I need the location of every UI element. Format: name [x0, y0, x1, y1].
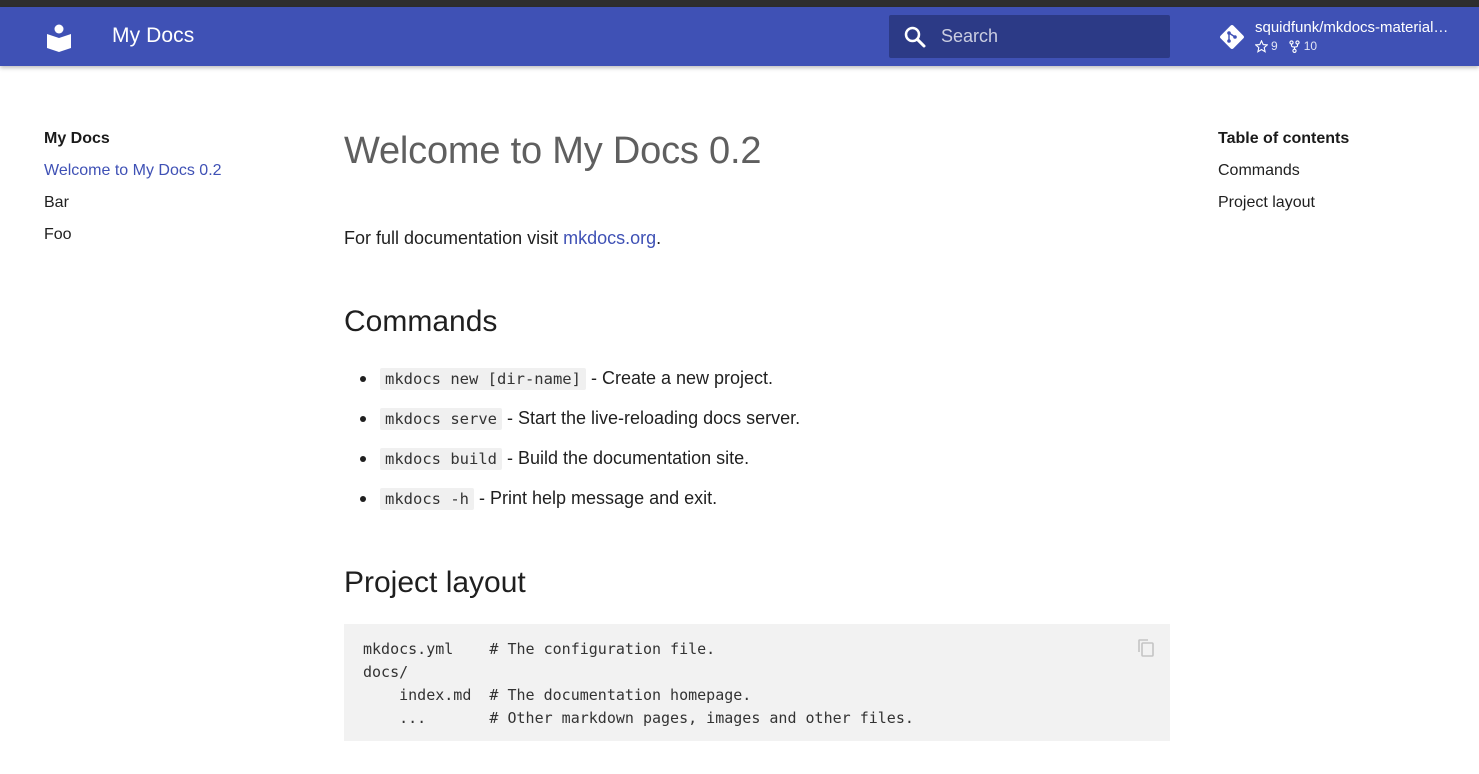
star-icon — [1255, 39, 1268, 53]
site-title[interactable]: My Docs — [112, 24, 194, 48]
sidebar-item-foo[interactable]: Foo — [44, 226, 304, 246]
search-box[interactable] — [889, 15, 1170, 58]
list-item: mkdocs build - Build the documentation s… — [360, 444, 800, 484]
sidebar-title: My Docs — [44, 130, 110, 147]
toc-item-commands[interactable]: Commands — [1218, 162, 1458, 182]
command-description: - Print help message and exit. — [474, 488, 718, 508]
mkdocs-link[interactable]: mkdocs.org — [563, 228, 656, 248]
stars-count: 9 — [1271, 39, 1278, 53]
fork-icon — [1289, 39, 1300, 53]
code-line: index.md # The documentation homepage. — [363, 686, 752, 704]
search-icon — [903, 25, 927, 49]
list-item: mkdocs new [dir-name] - Create a new pro… — [360, 364, 800, 404]
table-of-contents: Table of contents Commands Project layou… — [1218, 130, 1458, 214]
command-description: - Start the live-reloading docs server. — [501, 408, 801, 428]
intro-end: . — [656, 228, 662, 248]
command-code: mkdocs new [dir-name] — [380, 368, 586, 390]
book-reader-icon[interactable] — [44, 23, 74, 53]
toc-item-project-layout[interactable]: Project layout — [1218, 194, 1458, 214]
code-line: mkdocs.yml # The configuration file. — [363, 640, 716, 658]
command-description: - Build the documentation site. — [501, 448, 750, 468]
copy-icon[interactable] — [1134, 636, 1158, 660]
top-header: My Docs squidfunk/mkdocs-material… — [0, 7, 1479, 66]
code-content[interactable]: mkdocs.yml # The configuration file. doc… — [363, 638, 914, 730]
repo-forks: 10 — [1288, 39, 1317, 53]
code-block: mkdocs.yml # The configuration file. doc… — [344, 624, 1170, 741]
command-description: - Create a new project. — [585, 368, 774, 388]
repo-facts: 9 10 — [1255, 39, 1327, 53]
top-strip — [0, 0, 1479, 7]
commands-heading: Commands — [344, 305, 498, 338]
main-content: Welcome to My Docs 0.2 For full document… — [344, 128, 1170, 741]
command-code: mkdocs serve — [380, 408, 502, 430]
sidebar-item-welcome[interactable]: Welcome to My Docs 0.2 — [44, 162, 304, 182]
forks-count: 10 — [1303, 39, 1318, 53]
page-title: Welcome to My Docs 0.2 — [344, 130, 762, 172]
project-layout-heading: Project layout — [344, 566, 526, 599]
intro-paragraph: For full documentation visit mkdocs.org. — [344, 228, 661, 249]
intro-text: For full documentation visit — [344, 228, 564, 248]
sidebar-item-bar[interactable]: Bar — [44, 194, 304, 214]
repo-link[interactable]: squidfunk/mkdocs-material… 9 10 — [1216, 15, 1466, 59]
toc-title: Table of contents — [1218, 130, 1350, 147]
repo-stars: 9 — [1255, 39, 1278, 53]
git-icon — [1218, 23, 1246, 51]
command-code: mkdocs build — [380, 448, 502, 470]
list-item: mkdocs serve - Start the live-reloading … — [360, 404, 800, 444]
repo-name: squidfunk/mkdocs-material… — [1255, 19, 1449, 36]
primary-sidebar: My Docs Welcome to My Docs 0.2 Bar Foo — [44, 130, 304, 246]
commands-list: mkdocs new [dir-name] - Create a new pro… — [360, 364, 800, 524]
list-item: mkdocs -h - Print help message and exit. — [360, 484, 800, 524]
search-input[interactable] — [941, 15, 1161, 58]
code-line: ... # Other markdown pages, images and o… — [363, 709, 914, 727]
code-line: docs/ — [363, 663, 409, 681]
command-code: mkdocs -h — [380, 488, 474, 510]
